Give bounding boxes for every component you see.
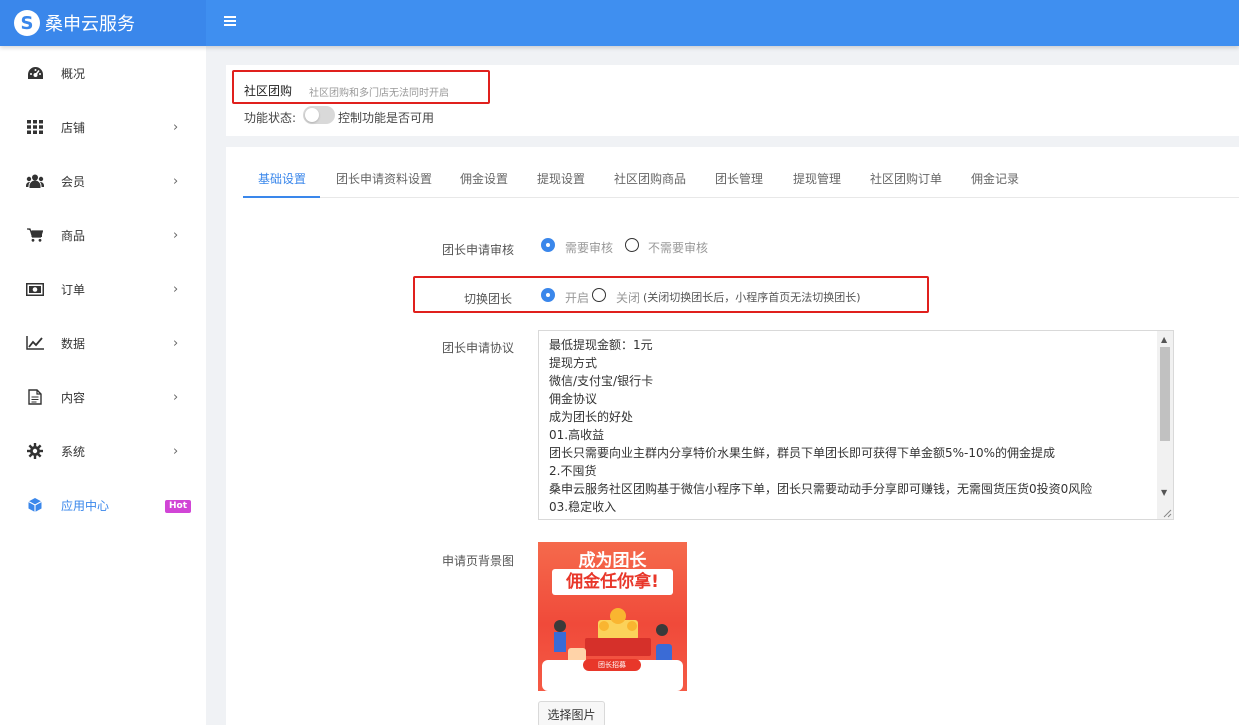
sidebar-item-overview[interactable]: 概况 — [0, 46, 206, 100]
function-status-hint: 控制功能是否可用 — [338, 111, 435, 125]
page-title: 社区团购 — [244, 84, 293, 98]
tab-withdraw-management[interactable]: 提现管理 — [793, 170, 841, 187]
sidebar-item-label: 概况 — [61, 66, 86, 81]
cube-icon — [26, 496, 44, 514]
background-label: 申请页背景图 — [442, 554, 515, 568]
agreement-line: 团长只需要向业主群内分享特价水果生鲜，群员下单团长即可获得下单金额5%-10%的… — [549, 446, 1056, 460]
money-icon — [26, 280, 44, 298]
chevron-right-icon: › — [173, 281, 179, 297]
chevron-right-icon: › — [173, 443, 179, 459]
switch-leader-on-text: 开启 — [565, 291, 590, 305]
hot-badge: Hot — [165, 500, 192, 513]
resize-handle-icon[interactable] — [1162, 508, 1172, 518]
sidebar-item-label: 店铺 — [61, 120, 86, 135]
cart-icon — [26, 226, 44, 244]
brand-name: 桑申云服务 — [45, 14, 135, 35]
chevron-right-icon: › — [173, 173, 179, 189]
switch-leader-off-text: 关闭 — [616, 291, 641, 305]
tab-withdraw-settings[interactable]: 提现设置 — [537, 170, 585, 187]
switch-leader-hint: (关闭切换团长后，小程序首页无法切换团长) — [643, 291, 861, 304]
top-bar: S 桑申云服务 — [0, 0, 1239, 46]
sidebar-item-label: 数据 — [61, 336, 86, 351]
chevron-right-icon: › — [173, 227, 179, 243]
tab-commission-settings[interactable]: 佣金设置 — [460, 170, 508, 187]
agreement-line: 提现方式 — [549, 356, 598, 370]
sidebar-item-label: 应用中心 — [61, 498, 110, 513]
tab-leader-management[interactable]: 团长管理 — [715, 170, 763, 187]
chart-line-icon — [26, 334, 44, 352]
image-title: 成为团长 — [578, 551, 647, 571]
users-icon — [26, 172, 44, 190]
sidebar-item-label: 会员 — [61, 174, 86, 189]
review-required-radio[interactable] — [541, 238, 555, 252]
scroll-down-icon[interactable]: ▼ — [1161, 488, 1167, 497]
agreement-line: 2.不囤货 — [549, 464, 597, 478]
sidebar: 概况 店铺 › 会员 › 商品 › 订单 › 数据 › 内容 › 系统 › 应用… — [0, 46, 206, 725]
choose-image-button[interactable]: 选择图片 — [538, 701, 605, 725]
textarea-scrollbar[interactable]: ▲ ▼ — [1157, 331, 1173, 519]
dashboard-icon — [26, 64, 44, 82]
scroll-up-icon[interactable]: ▲ — [1161, 335, 1167, 344]
sidebar-item-goods[interactable]: 商品 › — [0, 208, 206, 262]
agreement-text: 最低提现金额：1元 提现方式 微信/支付宝/银行卡 佣金协议 成为团长的好处 0… — [549, 336, 1149, 516]
tab-application-fields[interactable]: 团长申请资料设置 — [336, 170, 432, 187]
agreement-line: 微信/支付宝/银行卡 — [549, 374, 654, 388]
gear-icon — [26, 442, 44, 460]
tab-bar: 基础设置 团长申请资料设置 佣金设置 提现设置 社区团购商品 团长管理 提现管理… — [243, 160, 1239, 198]
active-tab-indicator — [243, 196, 320, 198]
agreement-label: 团长申请协议 — [442, 341, 515, 355]
image-subtitle: 佣金任你拿! — [552, 569, 673, 595]
sidebar-item-label: 订单 — [61, 282, 86, 297]
review-required-text: 需要审核 — [565, 241, 614, 255]
chevron-right-icon: › — [173, 389, 179, 405]
tab-basic-settings[interactable]: 基础设置 — [258, 170, 306, 187]
tab-group-orders[interactable]: 社区团购订单 — [870, 170, 942, 187]
agreement-line: 03.稳定收入 — [549, 500, 617, 514]
function-status-label: 功能状态: — [244, 111, 297, 125]
background-image-preview: 成为团长 佣金任你拿! 团长招募 — [538, 542, 687, 691]
sidebar-item-order[interactable]: 订单 › — [0, 262, 206, 316]
sidebar-item-label: 内容 — [61, 390, 86, 405]
agreement-line: 最低提现金额：1元 — [549, 338, 653, 352]
sidebar-item-store[interactable]: 店铺 › — [0, 100, 206, 154]
document-icon — [26, 388, 44, 406]
gift-box-illustration — [542, 608, 683, 691]
chevron-right-icon: › — [173, 119, 179, 135]
agreement-line: 01.高收益 — [549, 428, 605, 442]
sidebar-item-label: 系统 — [61, 444, 86, 459]
image-button: 团长招募 — [583, 659, 641, 671]
review-label: 团长申请审核 — [442, 243, 515, 257]
sidebar-item-member[interactable]: 会员 › — [0, 154, 206, 208]
agreement-line: 佣金协议 — [549, 392, 598, 406]
sidebar-item-system[interactable]: 系统 › — [0, 424, 206, 478]
chevron-right-icon: › — [173, 335, 179, 351]
agreement-line: 成为团长的好处 — [549, 410, 634, 424]
review-not-required-text: 不需要审核 — [648, 241, 709, 255]
review-not-required-radio[interactable] — [625, 238, 639, 252]
sidebar-item-content[interactable]: 内容 › — [0, 370, 206, 424]
agreement-line: 桑申云服务社区团购基于微信小程序下单，团长只需要动动手分享即可赚钱，无需囤货压货… — [549, 482, 1093, 496]
brand[interactable]: S 桑申云服务 — [0, 0, 206, 46]
grid-icon — [26, 118, 44, 136]
agreement-textarea[interactable]: 最低提现金额：1元 提现方式 微信/支付宝/银行卡 佣金协议 成为团长的好处 0… — [538, 330, 1174, 520]
tab-group-goods[interactable]: 社区团购商品 — [614, 170, 686, 187]
sidebar-item-app-center[interactable]: 应用中心 Hot — [0, 478, 206, 532]
sidebar-item-data[interactable]: 数据 › — [0, 316, 206, 370]
hamburger-icon[interactable] — [224, 11, 236, 30]
brand-logo-icon: S — [14, 10, 40, 36]
toggle-knob — [305, 108, 319, 122]
scroll-thumb[interactable] — [1160, 347, 1170, 441]
switch-leader-on-radio[interactable] — [541, 288, 555, 302]
switch-leader-off-radio[interactable] — [592, 288, 606, 302]
tab-commission-records[interactable]: 佣金记录 — [971, 170, 1019, 187]
function-status-toggle[interactable] — [303, 106, 335, 124]
sidebar-item-label: 商品 — [61, 228, 86, 243]
switch-leader-label: 切换团长 — [464, 292, 513, 306]
page-subtitle: 社区团购和多门店无法同时开启 — [309, 88, 449, 99]
